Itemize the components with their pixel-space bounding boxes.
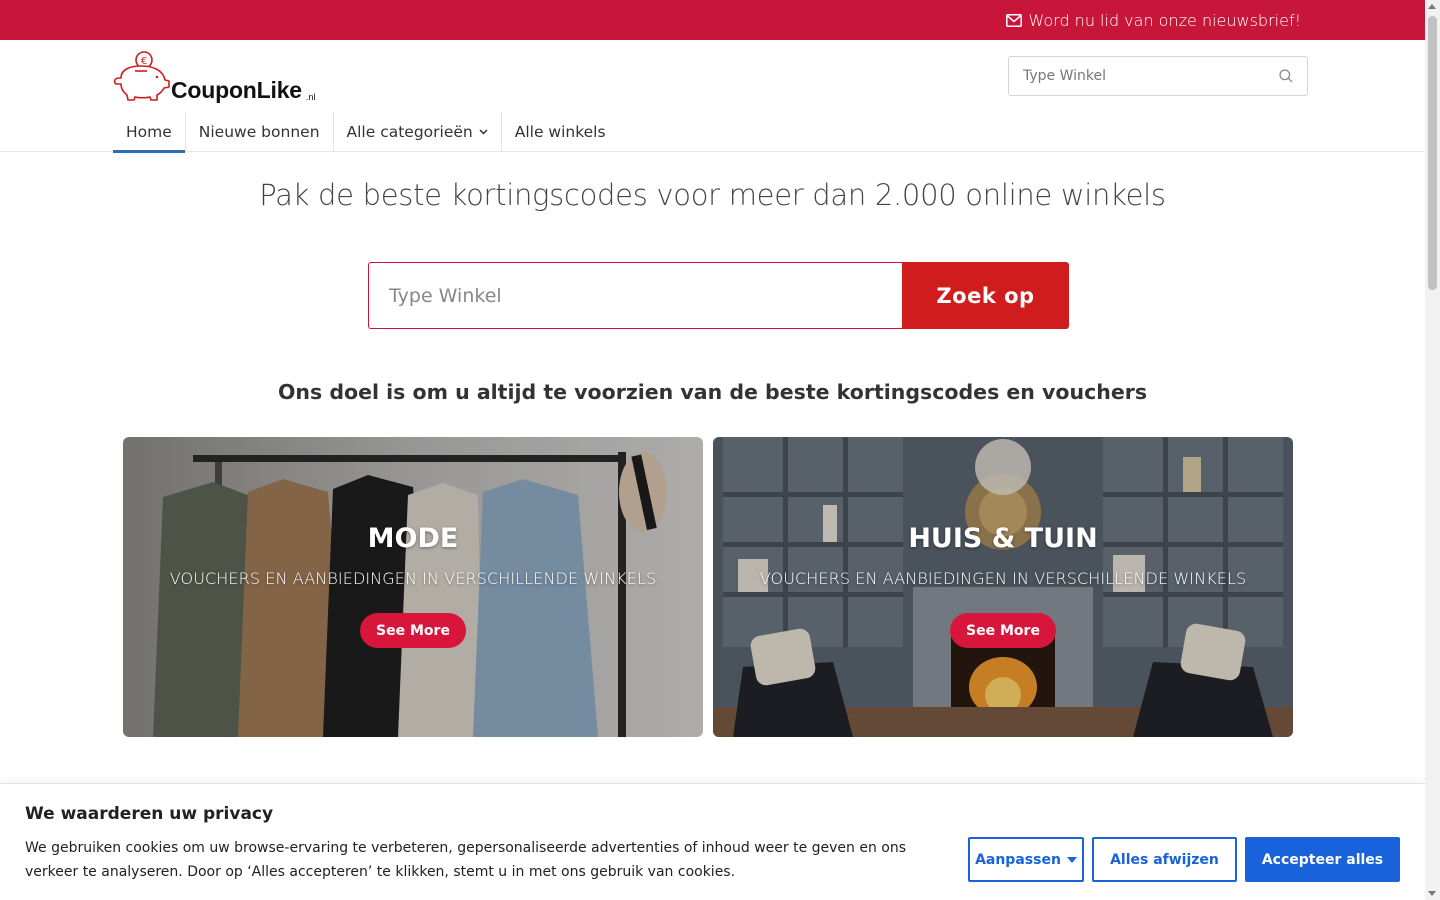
scroll-up-arrow[interactable] <box>1428 4 1436 9</box>
header-search-input[interactable] <box>1023 68 1279 84</box>
envelope-icon <box>1006 13 1023 27</box>
nav-item-all-categories[interactable]: Alle categorieën <box>334 112 502 152</box>
nav-item-new-coupons[interactable]: Nieuwe bonnen <box>184 112 334 152</box>
reject-all-button[interactable]: Alles afwijzen <box>1092 837 1237 882</box>
main-nav: Home Nieuwe bonnen Alle categorieën Alle… <box>113 112 619 153</box>
search-icon[interactable] <box>1279 69 1293 83</box>
cookie-text: We gebruiken cookies om uw browse-ervari… <box>25 840 907 880</box>
nav-item-label: Home <box>126 123 172 141</box>
accept-all-button[interactable]: Accepteer alles <box>1245 837 1400 882</box>
nav-item-label: Alle categorieën <box>346 123 473 141</box>
card-subtitle: VOUCHERS EN AANBIEDINGEN IN VERSCHILLEND… <box>759 569 1247 588</box>
page-scrollbar[interactable] <box>1425 0 1440 900</box>
scroll-down-arrow[interactable] <box>1428 891 1436 896</box>
store-search-input[interactable] <box>389 284 882 307</box>
logo-text: CouponLike <box>171 77 302 103</box>
category-card-fashion[interactable]: MODE VOUCHERS EN AANBIEDINGEN IN VERSCHI… <box>123 437 703 737</box>
page: Word nu lid van onze nieuwsbrief! € Coup… <box>0 0 1425 900</box>
nav-item-all-stores[interactable]: Alle winkels <box>502 112 619 152</box>
site-header: € CouponLike .nl Home Nieuwe bonnen <box>0 40 1425 153</box>
nav-item-label: Nieuwe bonnen <box>198 123 320 141</box>
customize-label: Aanpassen <box>975 851 1061 868</box>
top-bar: Word nu lid van onze nieuwsbrief! <box>0 0 1425 40</box>
hero-title: Pak de beste kortingscodes voor meer dan… <box>259 178 1166 212</box>
nav-item-home[interactable]: Home <box>113 112 185 153</box>
logo-tld: .nl <box>305 92 316 102</box>
store-search: Zoek op <box>368 262 1069 329</box>
piggy-bank-icon: € <box>113 51 170 101</box>
header-search <box>1008 56 1308 96</box>
logo[interactable]: € CouponLike .nl <box>113 50 316 103</box>
cookie-banner: We waarderen uw privacy We gebruiken coo… <box>0 783 1425 900</box>
card-subtitle: VOUCHERS EN AANBIEDINGEN IN VERSCHILLEND… <box>169 569 657 588</box>
newsletter-link[interactable]: Word nu lid van onze nieuwsbrief! <box>1006 11 1301 30</box>
customize-button[interactable]: Aanpassen <box>968 837 1084 882</box>
search-button[interactable]: Zoek op <box>902 262 1069 329</box>
cookie-title: We waarderen uw privacy <box>25 804 274 824</box>
nav-item-label: Alle winkels <box>514 123 606 141</box>
hero-subtitle: Ons doel is om u altijd te voorzien van … <box>277 380 1148 404</box>
caret-down-icon <box>1066 856 1077 863</box>
category-card-home-garden[interactable]: HUIS & TUIN VOUCHERS EN AANBIEDINGEN IN … <box>713 437 1293 737</box>
scrollbar-thumb[interactable] <box>1428 16 1437 290</box>
card-title: MODE <box>367 523 459 554</box>
chevron-down-icon <box>479 129 488 135</box>
store-search-field <box>368 262 902 329</box>
card-title: HUIS & TUIN <box>908 523 1098 554</box>
see-more-button[interactable]: See More <box>360 613 466 648</box>
see-more-button[interactable]: See More <box>950 613 1056 648</box>
newsletter-text: Word nu lid van onze nieuwsbrief! <box>1028 10 1301 30</box>
